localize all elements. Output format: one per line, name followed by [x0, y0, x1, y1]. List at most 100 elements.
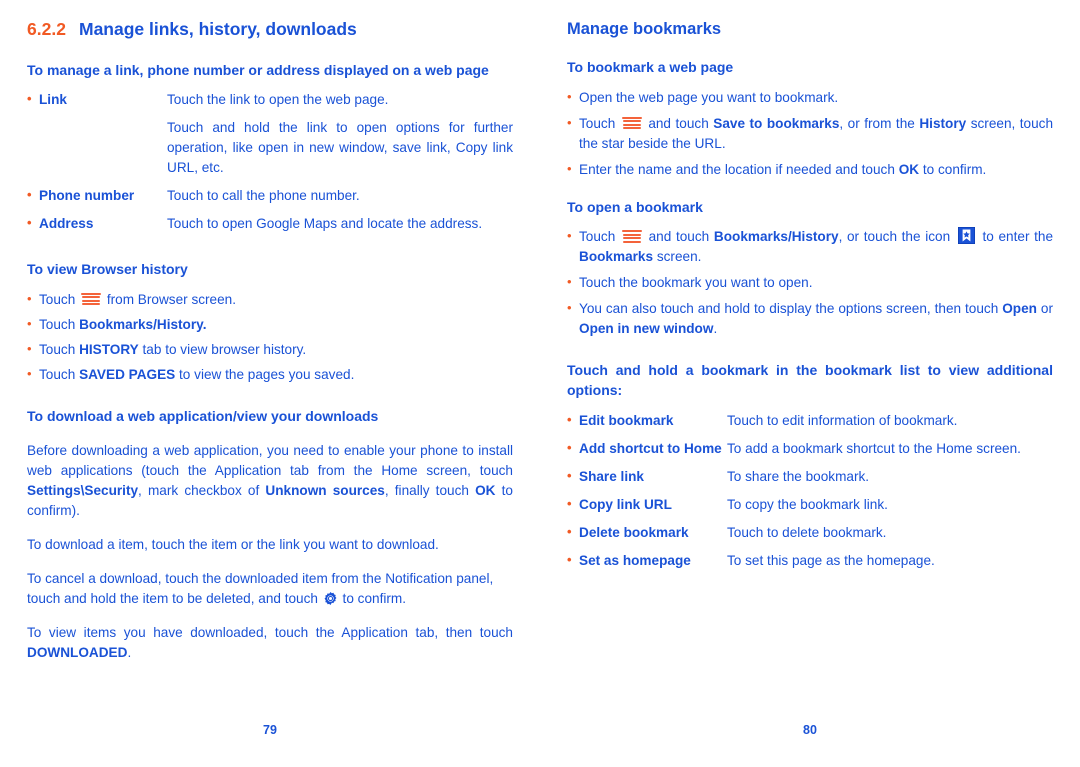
table-row: Add shortcut to Home To add a bookmark s…	[567, 438, 1053, 459]
step-text-pre: Touch	[39, 366, 76, 382]
def-row-address: Address Touch to open Google Maps and lo…	[27, 213, 513, 234]
def-row-link-continued: Touch and hold the link to open options …	[27, 118, 513, 178]
heading-download-web-application: To download a web application/view your …	[27, 407, 379, 424]
table-row: Edit bookmark Touch to edit information …	[567, 410, 1053, 431]
section-heading: 6.2.2 Manage links, history, downloads	[27, 18, 513, 41]
option-desc: To set this page as the homepage.	[727, 552, 935, 568]
para-text-b: .	[127, 644, 132, 660]
list-item: Touch Bookmarks/History.	[27, 314, 513, 335]
step-text-post: to view the pages you saved.	[179, 366, 355, 382]
browser-history-steps: Touch from Browser screen. Touch Bookmar…	[27, 289, 513, 385]
step-text-bold: HISTORY	[79, 341, 139, 357]
option-term: Copy link URL	[567, 494, 727, 515]
section-number: 6.2.2	[27, 19, 66, 39]
step-text-b: to confirm.	[922, 161, 987, 177]
step-text-post: tab to view browser history.	[142, 341, 307, 357]
step-bold-bookmarks-history: Bookmarks/History	[713, 229, 839, 245]
step-text-mid: and touch	[648, 229, 710, 245]
step-text-bold: SAVED PAGES	[79, 366, 176, 382]
option-term: Edit bookmark	[567, 410, 727, 431]
heading-manage-bookmarks: Manage bookmarks	[567, 20, 722, 38]
para-text-b: to confirm.	[342, 590, 407, 606]
step-text-to: to enter the	[982, 229, 1054, 245]
step-bold-ok: OK	[898, 161, 920, 177]
step-text: Open the web page you want to bookmark.	[579, 89, 839, 105]
step-text-pre: Touch	[39, 316, 76, 332]
list-item: Enter the name and the location if neede…	[567, 159, 1053, 180]
menu-icon	[621, 116, 642, 130]
step-text-end: .	[713, 321, 718, 337]
para-bold-settings-security: Settings\Security	[27, 482, 139, 498]
step-text-post: from Browser screen.	[106, 291, 237, 307]
step-text: Touch the bookmark you want to open.	[579, 275, 813, 291]
term-address: Address	[27, 213, 167, 234]
option-desc: To share the bookmark.	[727, 468, 870, 484]
para-bold-unknown-sources: Unknown sources	[265, 482, 385, 498]
step-bold-open-in-new-window: Open in new window	[579, 321, 714, 337]
heading-manage-link: To manage a link, phone number or addres…	[27, 61, 489, 78]
option-desc: Touch to edit information of bookmark.	[727, 412, 958, 428]
heading-view-browser-history: To view Browser history	[27, 261, 188, 278]
option-desc: To add a bookmark shortcut to the Home s…	[727, 440, 1021, 456]
step-text-pre: Touch	[39, 341, 76, 357]
paragraph-download-item: To download a item, touch the item or th…	[27, 536, 439, 552]
step-text-pre: Touch	[579, 115, 616, 131]
step-text-post: , or from the	[839, 115, 915, 131]
desc-link-2: Touch and hold the link to open options …	[167, 120, 513, 176]
option-desc: To copy the bookmark link.	[727, 496, 888, 512]
option-term: Set as homepage	[567, 550, 727, 571]
heading-to-bookmark-web-page: To bookmark a web page	[567, 59, 734, 76]
term-phone-number: Phone number	[27, 185, 167, 206]
paragraph-cancel-download: To cancel a download, touch the download…	[27, 569, 513, 609]
paragraph-enable-install: Before downloading a web application, yo…	[27, 441, 513, 521]
step-text-pre: Touch	[39, 291, 76, 307]
step-text-a: Enter the name and the location if neede…	[579, 161, 895, 177]
para-bold-ok: OK	[475, 482, 496, 498]
list-item: Touch and touch Bookmarks/History, or to…	[567, 226, 1054, 267]
term-link: Link	[27, 89, 167, 110]
desc-link-1: Touch the link to open the web page.	[167, 92, 389, 108]
table-row: Delete bookmark Touch to delete bookmark…	[567, 522, 1053, 543]
list-item: Touch SAVED PAGES to view the pages you …	[27, 364, 513, 385]
def-row-phone-number: Phone number Touch to call the phone num…	[27, 185, 513, 206]
option-term: Share link	[567, 466, 727, 487]
option-term: Add shortcut to Home	[567, 438, 727, 459]
step-text-or: or	[1040, 301, 1053, 317]
para-text-a: To cancel a download, touch the download…	[27, 570, 494, 606]
list-item: You can also touch and hold to display t…	[567, 298, 1053, 339]
step-text-mid: and touch	[648, 115, 709, 131]
heading-additional-options: Touch and hold a bookmark in the bookmar…	[567, 362, 1053, 399]
step-text-end: screen.	[656, 249, 702, 265]
list-item: Open the web page you want to bookmark.	[567, 87, 1053, 108]
table-row: Share link To share the bookmark.	[567, 466, 1053, 487]
step-text-bold: Bookmarks/History.	[79, 316, 207, 332]
para-bold-downloaded: DOWNLOADED	[27, 644, 128, 660]
def-row-link: Link Touch the link to open the web page…	[27, 89, 513, 110]
option-term: Delete bookmark	[567, 522, 727, 543]
para-text-a: To view items you have downloaded, touch…	[27, 624, 513, 640]
page-number-left: 79	[263, 723, 277, 737]
para-text-b: , mark checkbox of	[138, 482, 260, 498]
step-text-a: You can also touch and hold to display t…	[579, 301, 999, 317]
desc-phone-number: Touch to call the phone number.	[167, 188, 360, 204]
open-bookmark-steps: Touch and touch Bookmarks/History, or to…	[567, 226, 1054, 339]
para-text-c: , finally touch	[384, 482, 469, 498]
gear-icon	[323, 591, 338, 606]
left-page-column: 6.2.2 Manage links, history, downloads To…	[27, 18, 513, 677]
paragraph-view-downloads: To view items you have downloaded, touch…	[27, 623, 513, 663]
step-bold-bookmarks: Bookmarks	[579, 249, 654, 265]
step-bold-history: History	[919, 115, 967, 131]
heading-to-open-bookmark: To open a bookmark	[567, 198, 703, 215]
bookmark-icon	[957, 227, 975, 245]
para-text-a: Before downloading a web application, yo…	[27, 442, 513, 478]
option-desc: Touch to delete bookmark.	[727, 524, 887, 540]
menu-icon	[621, 230, 642, 243]
step-bold-save-to-bookmarks: Save to bookmarks	[713, 115, 840, 131]
list-item: Touch HISTORY tab to view browser histor…	[27, 339, 513, 360]
bookmark-options-list: Edit bookmark Touch to edit information …	[567, 410, 1053, 571]
list-item: Touch and touch Save to bookmarks, or fr…	[567, 113, 1053, 154]
step-text-pre: Touch	[579, 229, 616, 245]
section-title: Manage links, history, downloads	[79, 19, 357, 39]
desc-address: Touch to open Google Maps and locate the…	[167, 216, 483, 232]
list-item: Touch the bookmark you want to open.	[567, 272, 1053, 293]
